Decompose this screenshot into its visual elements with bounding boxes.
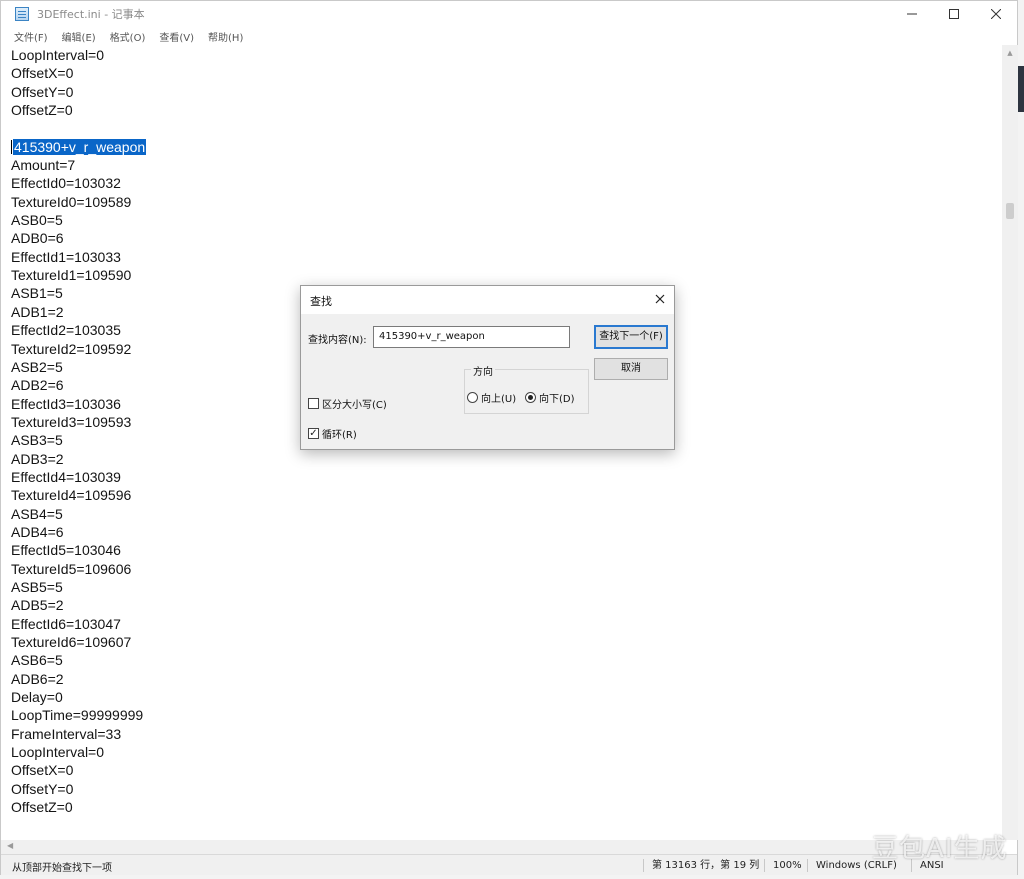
search-match-highlight: 415390+v_r_weapon — [13, 138, 147, 155]
text-line: EffectId3=103036 — [11, 395, 121, 412]
menu-view[interactable]: 查看(V) — [159, 29, 194, 44]
text-line: LoopInterval=0 — [11, 47, 105, 63]
text-line: TextureId1=109590 — [11, 267, 132, 284]
text-line: ADB5=2 — [11, 597, 64, 614]
wrap-around-checkbox[interactable]: ✓ 循环(R) — [308, 426, 357, 441]
scroll-up-icon[interactable]: ▲ — [1002, 45, 1018, 61]
wrap-around-label: 循环(R) — [322, 430, 357, 441]
text-line: ASB1=5 — [11, 285, 63, 302]
text-line: TextureId2=109592 — [11, 340, 132, 357]
status-zoom: 100% — [764, 859, 802, 872]
text-line: EffectId2=103035 — [11, 322, 121, 339]
text-line: LoopTime=99999999 — [11, 707, 144, 724]
radio-selected-icon — [525, 392, 536, 403]
status-bar: 从顶部开始查找下一项 第 13163 行，第 19 列 100% Windows… — [1, 854, 1017, 875]
text-line: OffsetX=0 — [11, 762, 74, 779]
window-title: 3DEffect.ini - 记事本 — [37, 8, 145, 21]
text-line: OffsetX=0 — [11, 65, 74, 82]
title-bar[interactable]: 3DEffect.ini - 记事本 — [1, 1, 1017, 27]
find-dialog-title: 查找 — [310, 295, 332, 308]
text-line: ASB2=5 — [11, 358, 63, 375]
watermark: 豆包AI生成 — [872, 834, 1008, 864]
editor-text: LoopInterval=0 OffsetX=0 OffsetY=0 OffsetZ=… — [11, 46, 147, 816]
text-line: ASB6=5 — [11, 652, 63, 669]
background-window-edge — [1018, 66, 1024, 112]
scroll-left-icon[interactable]: ◀ — [7, 841, 13, 850]
scrollbar-thumb[interactable] — [1006, 203, 1014, 219]
text-line: ASB5=5 — [11, 578, 63, 595]
text-line: EffectId0=103032 — [11, 175, 121, 192]
text-line: Amount=7 — [11, 157, 76, 174]
radio-unselected-icon — [467, 392, 478, 403]
menu-format[interactable]: 格式(O) — [110, 29, 146, 44]
menu-help[interactable]: 帮助(H) — [208, 29, 243, 44]
text-line: FrameInterval=33 — [11, 725, 122, 742]
text-line: EffectId1=103033 — [11, 248, 121, 265]
text-line: TextureId3=109593 — [11, 413, 132, 430]
status-position: 第 13163 行，第 19 列 — [643, 859, 759, 872]
text-line: OffsetZ=0 — [11, 102, 73, 119]
text-line: EffectId6=103047 — [11, 615, 121, 632]
direction-down-radio[interactable]: 向下(D) — [525, 390, 575, 405]
text-line: OffsetY=0 — [11, 83, 74, 100]
match-case-label: 区分大小写(C) — [322, 400, 387, 411]
menu-file[interactable]: 文件(F) — [14, 29, 48, 44]
direction-up-label: 向上(U) — [481, 394, 517, 405]
direction-label: 方向 — [471, 363, 495, 378]
text-line: ASB3=5 — [11, 432, 63, 449]
text-line: TextureId6=109607 — [11, 634, 132, 650]
text-line — [11, 119, 146, 137]
window-controls — [891, 1, 1017, 27]
status-message: 从顶部开始查找下一项 — [12, 863, 112, 874]
text-line: ADB4=6 — [11, 523, 64, 540]
match-case-checkbox[interactable]: 区分大小写(C) — [308, 396, 387, 411]
text-line: TextureId4=109596 — [11, 487, 132, 504]
close-button[interactable] — [975, 1, 1017, 27]
close-icon — [991, 9, 1001, 19]
text-line: ADB6=2 — [11, 670, 64, 687]
maximize-icon — [949, 9, 959, 19]
find-what-label: 查找内容(N): — [308, 335, 367, 346]
text-line: ADB1=2 — [11, 303, 64, 320]
text-line: EffectId4=103039 — [11, 468, 121, 485]
find-dialog-titlebar[interactable]: 查找 — [301, 286, 674, 314]
close-icon[interactable] — [653, 292, 667, 306]
vertical-scrollbar[interactable]: ▲ — [1002, 45, 1018, 840]
minimize-button[interactable] — [891, 1, 933, 27]
checkbox-checked-icon: ✓ — [308, 428, 319, 439]
text-line: ADB3=2 — [11, 450, 64, 467]
selected-text-line: 415390+v_r_weapon — [11, 138, 147, 156]
find-what-input[interactable]: 415390+v_r_weapon — [373, 326, 570, 348]
text-line: ADB2=6 — [11, 377, 64, 394]
text-line: TextureId0=109589 — [11, 193, 132, 210]
cancel-button[interactable]: 取消 — [594, 358, 668, 380]
menu-edit[interactable]: 编辑(E) — [62, 29, 96, 44]
text-line: LoopInterval=0 — [11, 744, 105, 761]
text-line: TextureId5=109606 — [11, 560, 132, 577]
find-dialog: 查找 查找内容(N): 415390+v_r_weapon 查找下一个(F) 取… — [300, 285, 675, 450]
text-line: Delay=0 — [11, 689, 63, 706]
direction-up-radio[interactable]: 向上(U) — [467, 390, 516, 405]
text-line: OffsetZ=0 — [11, 799, 73, 816]
text-line: OffsetY=0 — [11, 780, 74, 797]
text-caret — [11, 139, 12, 154]
text-line: ADB0=6 — [11, 230, 64, 247]
find-next-button[interactable]: 查找下一个(F) — [594, 325, 668, 349]
maximize-button[interactable] — [933, 1, 975, 27]
text-line: ASB4=5 — [11, 505, 63, 522]
direction-down-label: 向下(D) — [539, 394, 575, 405]
notepad-app-icon — [15, 7, 29, 21]
text-line: EffectId5=103046 — [11, 542, 121, 559]
menu-bar: 文件(F) 编辑(E) 格式(O) 查看(V) 帮助(H) — [1, 27, 1017, 45]
horizontal-scrollbar[interactable]: ◀ — [1, 840, 1002, 854]
minimize-icon — [907, 13, 917, 15]
text-line: ASB0=5 — [11, 212, 63, 229]
checkbox-unchecked-icon — [308, 398, 319, 409]
